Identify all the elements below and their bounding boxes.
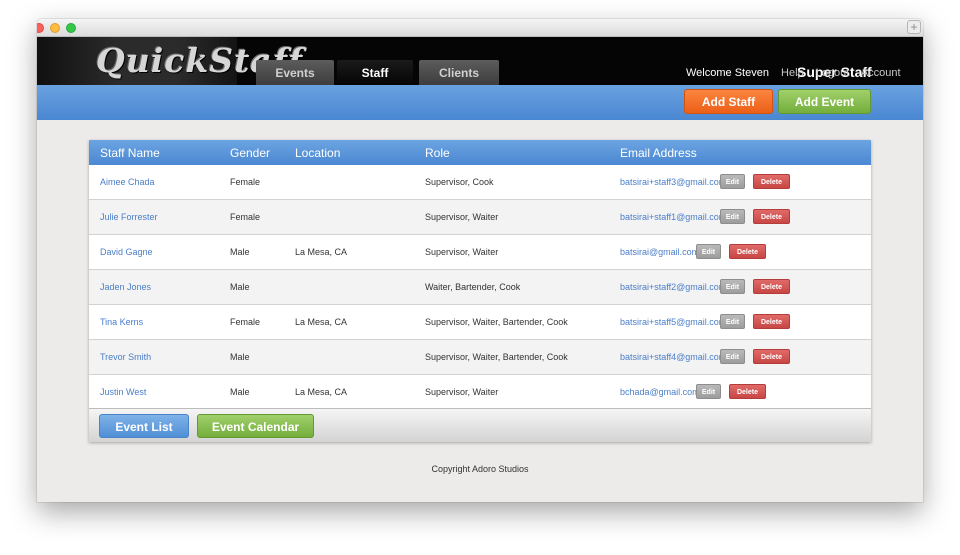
table-row: Justin West Male La Mesa, CA Supervisor, Wa… bbox=[89, 375, 871, 410]
gender-cell: Male bbox=[230, 352, 250, 362]
delete-button[interactable]: Delete bbox=[753, 209, 790, 224]
account-link[interactable]: Account bbox=[861, 67, 901, 79]
table-row: Tina Kerns Female La Mesa, CA Supervisor, W… bbox=[89, 305, 871, 340]
staff-name-link[interactable]: Justin West bbox=[100, 387, 146, 397]
delete-button[interactable]: Delete bbox=[729, 384, 766, 399]
window-titlebar: + bbox=[37, 19, 923, 37]
table-row: Jaden Jones Male Waiter, Bartender, Cook ba… bbox=[89, 270, 871, 305]
gender-cell: Male bbox=[230, 282, 250, 292]
column-header-staff-name[interactable]: Staff Name bbox=[100, 146, 160, 160]
role-cell: Waiter, Bartender, Cook bbox=[425, 282, 521, 292]
gender-cell: Male bbox=[230, 387, 250, 397]
role-cell: Supervisor, Waiter, Bartender, Cook bbox=[425, 317, 568, 327]
edit-button[interactable]: Edit bbox=[720, 174, 745, 189]
location-cell: La Mesa, CA bbox=[295, 247, 348, 257]
welcome-text: Welcome Steven bbox=[686, 67, 769, 79]
email-cell: batsirai+staff2@gmail.com bbox=[620, 282, 727, 292]
close-window-icon[interactable] bbox=[37, 23, 44, 33]
edit-button[interactable]: Edit bbox=[696, 244, 721, 259]
copyright-text: Copyright Adoro Studios bbox=[431, 464, 529, 474]
table-row: Aimee Chada Female Supervisor, Cook batsira… bbox=[89, 165, 871, 200]
table-row: Julie Forrester Female Supervisor, Waiter b… bbox=[89, 200, 871, 235]
email-cell: batsirai+staff1@gmail.com bbox=[620, 212, 727, 222]
gender-cell: Female bbox=[230, 212, 261, 222]
edit-button[interactable]: Edit bbox=[696, 384, 721, 399]
staff-name-link[interactable]: Trevor Smith bbox=[100, 352, 151, 362]
delete-button[interactable]: Delete bbox=[753, 314, 790, 329]
staff-name-link[interactable]: Jaden Jones bbox=[100, 282, 151, 292]
edit-button[interactable]: Edit bbox=[720, 314, 745, 329]
staff-name-link[interactable]: Aimee Chada bbox=[100, 177, 155, 187]
staff-table-panel: Staff Name Gender Location Role Email Ad… bbox=[89, 140, 871, 442]
role-cell: Supervisor, Waiter, Bartender, Cook bbox=[425, 352, 568, 362]
tab-clients[interactable]: Clients bbox=[419, 60, 499, 85]
staff-name-link[interactable]: David Gagne bbox=[100, 247, 153, 257]
event-calendar-button[interactable]: Event Calendar bbox=[197, 414, 314, 438]
gender-cell: Female bbox=[230, 177, 261, 187]
email-cell: batsirai+staff4@gmail.com bbox=[620, 352, 727, 362]
tab-staff[interactable]: Staff bbox=[337, 60, 413, 85]
location-cell: La Mesa, CA bbox=[295, 387, 348, 397]
delete-button[interactable]: Delete bbox=[753, 349, 790, 364]
role-cell: Supervisor, Cook bbox=[425, 177, 494, 187]
new-tab-plus-icon[interactable]: + bbox=[907, 20, 921, 34]
event-list-button[interactable]: Event List bbox=[99, 414, 189, 438]
edit-button[interactable]: Edit bbox=[720, 349, 745, 364]
gender-cell: Male bbox=[230, 247, 250, 257]
tab-events[interactable]: Events bbox=[256, 60, 334, 85]
browser-window: + QuickStaff Events Staff Clients Super … bbox=[37, 19, 923, 502]
delete-button[interactable]: Delete bbox=[753, 174, 790, 189]
edit-button[interactable]: Edit bbox=[720, 209, 745, 224]
delete-button[interactable]: Delete bbox=[753, 279, 790, 294]
action-bar: Add Staff Add Event bbox=[37, 85, 923, 120]
delete-button[interactable]: Delete bbox=[729, 244, 766, 259]
help-link[interactable]: Help bbox=[781, 67, 804, 79]
staff-name-link[interactable]: Julie Forrester bbox=[100, 212, 158, 222]
location-cell: La Mesa, CA bbox=[295, 317, 348, 327]
column-header-email[interactable]: Email Address bbox=[620, 146, 697, 160]
email-cell: bchada@gmail.com bbox=[620, 387, 700, 397]
add-event-button[interactable]: Add Event bbox=[778, 89, 871, 114]
staff-name-link[interactable]: Tina Kerns bbox=[100, 317, 143, 327]
email-cell: batsirai@gmail.com bbox=[620, 247, 700, 257]
column-header-gender[interactable]: Gender bbox=[230, 146, 270, 160]
column-header-location[interactable]: Location bbox=[295, 146, 340, 160]
role-cell: Supervisor, Waiter bbox=[425, 247, 499, 257]
role-cell: Supervisor, Waiter bbox=[425, 212, 499, 222]
add-staff-button[interactable]: Add Staff bbox=[684, 89, 773, 114]
table-row: David Gagne Male La Mesa, CA Supervisor, Wa… bbox=[89, 235, 871, 270]
logo-area: QuickStaff bbox=[37, 37, 302, 85]
role-cell: Supervisor, Waiter bbox=[425, 387, 499, 397]
table-header: Staff Name Gender Location Role Email Ad… bbox=[89, 140, 871, 165]
email-cell: batsirai+staff3@gmail.com bbox=[620, 177, 727, 187]
column-header-role[interactable]: Role bbox=[425, 146, 450, 160]
user-links: Welcome Steven Help Logout Account bbox=[686, 67, 910, 79]
edit-button[interactable]: Edit bbox=[720, 279, 745, 294]
table-row: Trevor Smith Male Supervisor, Waiter, Bart… bbox=[89, 340, 871, 375]
zoom-window-icon[interactable] bbox=[66, 23, 76, 33]
gender-cell: Female bbox=[230, 317, 261, 327]
table-footer: Event List Event Calendar bbox=[89, 408, 871, 442]
minimize-window-icon[interactable] bbox=[50, 23, 60, 33]
logout-link[interactable]: Logout bbox=[816, 67, 850, 79]
email-cell: batsirai+staff5@gmail.com bbox=[620, 317, 727, 327]
